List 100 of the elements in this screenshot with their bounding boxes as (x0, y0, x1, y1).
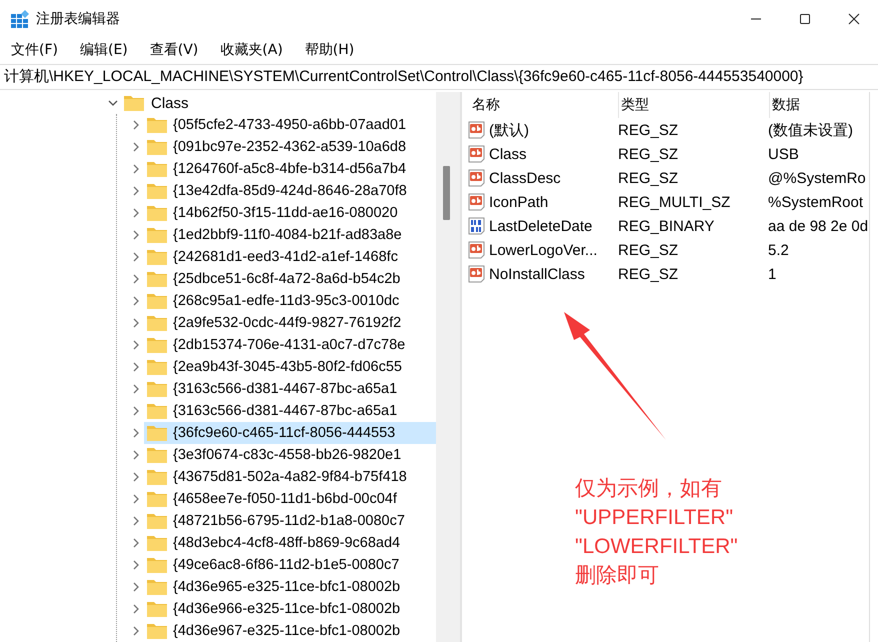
string-value-icon (468, 241, 486, 259)
address-bar[interactable]: 计算机\HKEY_LOCAL_MACHINE\SYSTEM\CurrentControlSet\Control\Class\{36fc9e60-c465-11cf-8056-444553540000} (0, 64, 878, 90)
tree-item[interactable]: {3e3f0674-c83c-4558-bb26-9820e1 (144, 444, 436, 466)
value-data: @%SystemRo (768, 170, 866, 186)
chevron-right-icon[interactable] (131, 120, 141, 130)
tree-item[interactable]: {49ce6ac8-6f86-11d2-b1e5-0080c7 (144, 554, 436, 576)
column-header[interactable]: 类型 (619, 92, 770, 118)
column-header[interactable]: 数据 (770, 92, 878, 118)
chevron-right-icon[interactable] (131, 560, 141, 570)
tree-item[interactable]: {14b62f50-3f15-11dd-ae16-080020 (144, 202, 436, 224)
chevron-down-icon[interactable] (108, 98, 118, 108)
value-name[interactable]: LastDeleteDate (489, 218, 618, 234)
chevron-right-icon[interactable] (131, 208, 141, 218)
value-name[interactable]: IconPath (489, 194, 618, 210)
chevron-right-icon[interactable] (131, 450, 141, 460)
value-type: REG_SZ (618, 146, 680, 162)
tree-item[interactable]: {4658ee7e-f050-11d1-b6bd-00c04f (144, 488, 436, 510)
chevron-right-icon[interactable] (131, 164, 141, 174)
folder-icon (147, 359, 167, 375)
folder-icon (147, 293, 167, 309)
tree-item[interactable]: {2ea9b43f-3045-43b5-80f2-fd06c55 (144, 356, 436, 378)
value-name[interactable]: ClassDesc (489, 170, 618, 186)
binary-value-icon (468, 217, 486, 235)
folder-icon (147, 491, 167, 507)
tree-item[interactable]: {3163c566-d381-4467-87bc-a65a1 (144, 378, 436, 400)
chevron-right-icon[interactable] (131, 252, 141, 262)
close-icon (848, 13, 860, 25)
chevron-right-icon[interactable] (131, 428, 141, 438)
value-data: 1 (768, 266, 776, 282)
chevron-right-icon[interactable] (131, 516, 141, 526)
chevron-right-icon[interactable] (131, 230, 141, 240)
annotation-text: 删除即可 (575, 563, 660, 589)
chevron-right-icon[interactable] (131, 582, 141, 592)
chevron-right-icon[interactable] (131, 274, 141, 284)
registry-editor-icon (10, 9, 30, 29)
value-data: 5.2 (768, 242, 789, 258)
selected-tree-item[interactable]: {36fc9e60-c465-11cf-8056-444553 (144, 422, 436, 444)
tree-item[interactable]: Class (149, 94, 191, 112)
menu-item[interactable]: 收藏夹(A) (213, 41, 290, 59)
tree-item[interactable]: {48d3ebc4-4cf8-48ff-b869-9c68ad4 (144, 532, 436, 554)
chevron-right-icon[interactable] (131, 384, 141, 394)
value-name[interactable]: Class (489, 146, 618, 162)
tree-item[interactable]: {05f5cfe2-4733-4950-a6bb-07aad01 (144, 114, 436, 136)
tree-item[interactable]: {268c95a1-edfe-11d3-95c3-0010dc (144, 290, 436, 312)
folder-icon (147, 117, 167, 133)
folder-icon (147, 425, 167, 441)
chevron-right-icon[interactable] (131, 362, 141, 372)
tree-item[interactable]: {091bc97e-2352-4362-a539-10a6d8 (144, 136, 436, 158)
chevron-right-icon[interactable] (131, 142, 141, 152)
folder-icon (147, 139, 167, 155)
folder-icon (147, 535, 167, 551)
string-value-icon (468, 193, 486, 211)
tree-item[interactable]: {4d36e967-e325-11ce-bfc1-08002b (144, 620, 436, 642)
window-title: 注册表编辑器 (36, 10, 120, 28)
scrollbar[interactable] (436, 92, 460, 642)
value-name[interactable]: NoInstallClass (489, 266, 618, 282)
chevron-right-icon[interactable] (131, 186, 141, 196)
tree-item[interactable]: {4d36e965-e325-11ce-bfc1-08002b (144, 576, 436, 598)
folder-icon (147, 205, 167, 221)
value-name[interactable]: (默认) (489, 120, 618, 140)
annotation-text: "UPPERFILTER" (575, 505, 734, 531)
value-name[interactable]: LowerLogoVer... (489, 242, 618, 258)
menu-item[interactable]: 文件(F) (4, 41, 65, 59)
tree-item[interactable]: {242681d1-eed3-41d2-a1ef-1468fc (144, 246, 436, 268)
menu-item[interactable]: 帮助(H) (298, 41, 362, 59)
tree-item[interactable]: {48721b56-6795-11d2-b1a8-0080c7 (144, 510, 436, 532)
value-data: %SystemRoot (768, 194, 864, 210)
tree-item[interactable]: {25dbce51-6c8f-4a72-8a6d-b54c2b (144, 268, 436, 290)
tree-item[interactable]: {1264760f-a5c8-4bfe-b314-d56a7b4 (144, 158, 436, 180)
value-type: REG_BINARY (618, 218, 716, 234)
string-value-icon (468, 121, 486, 139)
annotation-text: "LOWERFILTER" (575, 534, 738, 560)
folder-icon (147, 601, 167, 617)
folder-icon (147, 271, 167, 287)
chevron-right-icon[interactable] (131, 296, 141, 306)
chevron-right-icon[interactable] (131, 494, 141, 504)
folder-icon (147, 183, 167, 199)
value-type: REG_MULTI_SZ (618, 194, 732, 210)
tree-item[interactable]: {2a9fe532-0cdc-44f9-9827-76192f2 (144, 312, 436, 334)
chevron-right-icon[interactable] (131, 472, 141, 482)
tree-item[interactable]: {43675d81-502a-4a82-9f84-b75f418 (144, 466, 436, 488)
tree-item[interactable]: {3163c566-d381-4467-87bc-a65a1 (144, 400, 436, 422)
chevron-right-icon[interactable] (131, 340, 141, 350)
chevron-right-icon[interactable] (131, 604, 141, 614)
menu-item[interactable]: 编辑(E) (72, 41, 135, 59)
chevron-right-icon[interactable] (131, 626, 141, 636)
tree-item[interactable]: {4d36e966-e325-11ce-bfc1-08002b (144, 598, 436, 620)
folder-icon (147, 469, 167, 485)
tree-item[interactable]: {13e42dfa-85d9-424d-8646-28a70f8 (144, 180, 436, 202)
string-value-icon (468, 169, 486, 187)
chevron-right-icon[interactable] (131, 538, 141, 548)
maximize-icon (798, 13, 810, 25)
tree-item[interactable]: {2db15374-706e-4131-a0c7-d7c78e (144, 334, 436, 356)
chevron-right-icon[interactable] (131, 318, 141, 328)
column-header[interactable]: 名称 (470, 92, 619, 118)
folder-icon (147, 623, 167, 639)
folder-icon (147, 249, 167, 265)
menu-item[interactable]: 查看(V) (142, 41, 206, 59)
tree-item[interactable]: {1ed2bbf9-11f0-4084-b21f-ad83a8e (144, 224, 436, 246)
chevron-right-icon[interactable] (131, 406, 141, 416)
